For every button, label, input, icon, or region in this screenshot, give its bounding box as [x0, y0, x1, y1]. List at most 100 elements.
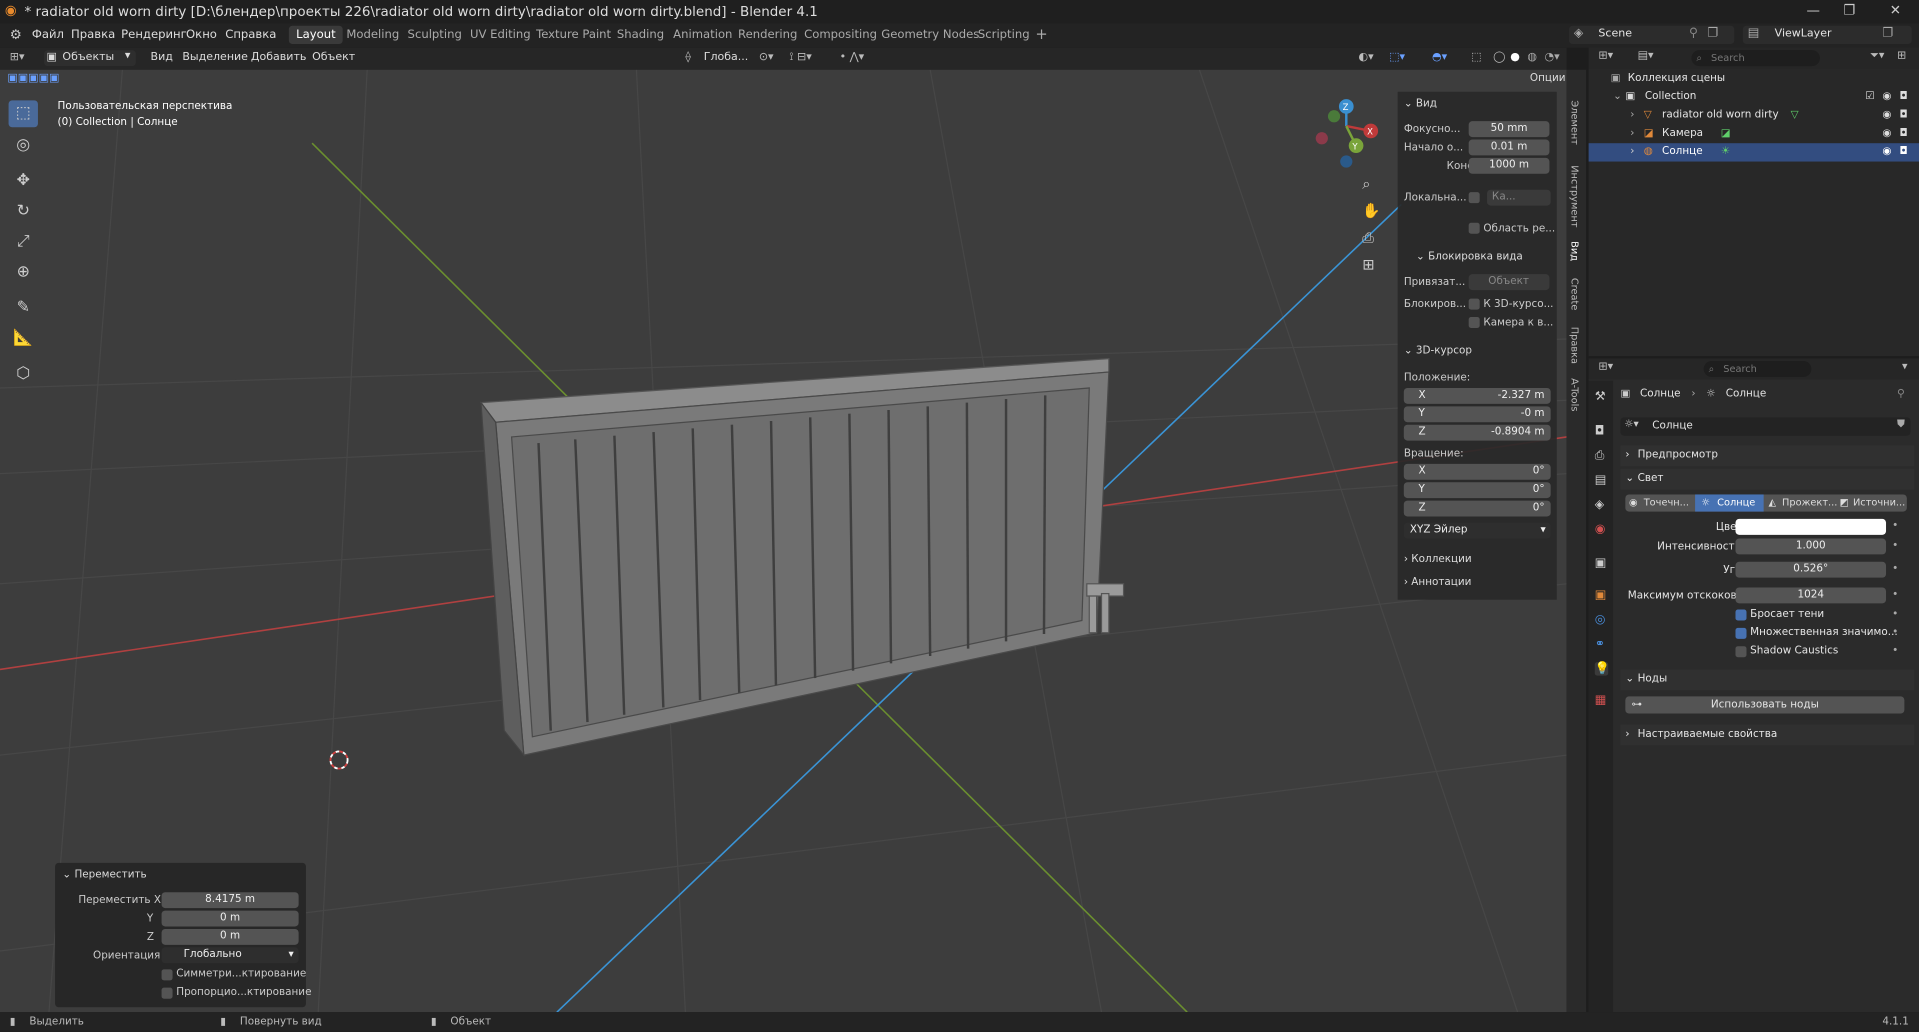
keyframe-dot-icon[interactable]: •	[1892, 608, 1898, 620]
chevron-right-icon[interactable]: ›	[1630, 106, 1634, 124]
annotations-section[interactable]: › Аннотации	[1404, 576, 1472, 588]
navigation-gizmo[interactable]: Z X Y	[1315, 99, 1379, 168]
rotation-x-field[interactable]: X 0°	[1403, 463, 1551, 480]
annotate-tool-icon[interactable]: ✎	[9, 295, 38, 322]
move-tool-icon[interactable]: ✥	[9, 168, 38, 195]
cast-shadow-checkbox[interactable]	[1735, 609, 1747, 621]
menu-help[interactable]: Справка	[225, 28, 276, 41]
keyframe-dot-icon[interactable]: •	[1892, 627, 1898, 639]
menu-edit[interactable]: Правка	[71, 28, 115, 41]
rotation-y-field[interactable]: Y 0°	[1403, 482, 1551, 499]
ortho-toggle-icon[interactable]: ⊞	[1362, 256, 1374, 273]
camera-render-icon[interactable]: ◘	[1899, 143, 1907, 161]
lock-cursor-checkbox[interactable]	[1468, 298, 1480, 310]
editor-type-icon[interactable]: ⊞▾	[1598, 361, 1613, 373]
collection-icon[interactable]: ▣	[1595, 557, 1608, 570]
outliner-camera[interactable]: › ◪ Камера ◪ ◉ ◘	[1589, 125, 1919, 143]
max-bounces-field[interactable]: 1024	[1735, 587, 1887, 604]
new-collection-icon[interactable]: ⊞	[1897, 50, 1906, 62]
light-section-header[interactable]: ⌄ Свет	[1620, 468, 1915, 490]
local-camera-checkbox[interactable]	[1468, 192, 1480, 204]
3d-cursor-icon[interactable]	[329, 750, 349, 770]
pin-icon[interactable]: ⚲	[1897, 388, 1905, 400]
texture-icon[interactable]: ▦	[1595, 694, 1608, 707]
nodes-section-header[interactable]: ⌄ Ноды	[1620, 669, 1915, 691]
pin-icon[interactable]: ⚲	[1689, 27, 1698, 40]
zoom-icon[interactable]: ⌕	[1362, 175, 1370, 193]
scene-icon[interactable]: ◈	[1595, 498, 1608, 511]
shading-solid-icon[interactable]: ●	[1510, 51, 1520, 63]
rotation-z-field[interactable]: Z 0°	[1403, 500, 1551, 517]
move-z-field[interactable]: 0 m	[161, 928, 299, 945]
transform-tool-icon[interactable]: ⊕	[9, 259, 38, 286]
light-data-icon[interactable]: 💡	[1594, 662, 1610, 676]
overlay-icon[interactable]: ◓▾	[1432, 51, 1447, 63]
chevron-down-icon[interactable]: ▾	[1902, 361, 1908, 373]
menu-file[interactable]: Файл	[32, 28, 64, 41]
move-x-field[interactable]: 8.4175 m	[161, 892, 299, 909]
eye-icon[interactable]: ◉	[1882, 106, 1891, 124]
mode-selector[interactable]: ▣ Объекты ▾	[44, 50, 136, 67]
tab-item[interactable]: Элемент	[1569, 100, 1580, 145]
eye-icon[interactable]: ◉	[1882, 143, 1891, 161]
rotation-mode-dropdown[interactable]: XYZ Эйлер ▾	[1403, 522, 1551, 539]
editor-type-icon[interactable]: ⊞▾	[1598, 50, 1613, 62]
editor-type-icon[interactable]: ⊞▾	[10, 51, 25, 63]
gizmo-icon[interactable]: ⬚▾	[1389, 51, 1405, 63]
keyframe-dot-icon[interactable]: •	[1892, 645, 1898, 657]
custom-properties-section[interactable]: › Настраиваемые свойства	[1620, 724, 1915, 746]
visibility-icon[interactable]: ◐▾	[1359, 51, 1374, 63]
sun-data-icon[interactable]: ☀	[1721, 143, 1730, 161]
render-icon[interactable]: ◘	[1595, 425, 1608, 438]
camera-render-icon[interactable]: ◘	[1899, 88, 1907, 106]
tab-scripting[interactable]: Scripting	[978, 28, 1030, 41]
physics-icon[interactable]: ◎	[1595, 613, 1608, 626]
xray-icon[interactable]: ⬚	[1471, 51, 1481, 63]
proportional-edit-icon[interactable]: • ⋀▾	[840, 51, 865, 63]
tab-edit[interactable]: Правка	[1569, 327, 1580, 364]
tab-modeling[interactable]: Modeling	[346, 28, 399, 41]
measure-tool-icon[interactable]: 📐	[9, 326, 38, 353]
keyframe-dot-icon[interactable]: •	[1892, 540, 1898, 552]
proportional-checkbox[interactable]	[161, 987, 173, 999]
tab-rendering[interactable]: Rendering	[738, 28, 797, 41]
lock-object-field[interactable]: Объект	[1468, 274, 1550, 291]
add-cube-tool-icon[interactable]: ⬡	[9, 361, 38, 388]
camera-render-icon[interactable]: ◘	[1899, 125, 1907, 143]
symmetry-checkbox[interactable]	[161, 969, 173, 981]
snap-icon[interactable]: ⟟ ⊟▾	[789, 51, 811, 63]
viewlayer-selector[interactable]: ▤ ViewLayer ❐	[1742, 25, 1912, 45]
tab-shading[interactable]: Shading	[617, 28, 664, 41]
render-region-checkbox[interactable]	[1468, 222, 1480, 234]
chevron-right-icon[interactable]: ›	[1630, 125, 1634, 143]
shading-rendered-icon[interactable]: ◔▾	[1545, 51, 1560, 63]
tab-sculpting[interactable]: Sculpting	[408, 28, 462, 41]
outliner-radiator[interactable]: › ▽ radiator old worn dirty ▽ ◉ ◘	[1589, 106, 1919, 124]
shadow-caustics-checkbox[interactable]	[1735, 646, 1747, 658]
chevron-down-icon[interactable]: ⌄	[1613, 88, 1622, 106]
preview-section[interactable]: › Предпросмотр	[1620, 445, 1915, 467]
menu-window[interactable]: Окно	[186, 28, 217, 41]
tab-animation[interactable]: Animation	[673, 28, 732, 41]
world-icon[interactable]: ◉	[1595, 523, 1608, 536]
use-nodes-button[interactable]: ⊶ Использовать ноды	[1625, 696, 1905, 714]
cursor-x-field[interactable]: X -2.327 m	[1403, 387, 1551, 404]
multiple-importance-checkbox[interactable]	[1735, 627, 1747, 639]
constraints-icon[interactable]: ⚭	[1595, 638, 1608, 651]
menu-view[interactable]: Вид	[151, 51, 173, 63]
camera-data-icon[interactable]: ◪	[1721, 125, 1731, 143]
view-section-header[interactable]: ⌄ Вид	[1404, 98, 1437, 110]
tab-layout[interactable]: Layout	[288, 25, 344, 45]
strength-field[interactable]: 1.000	[1735, 538, 1887, 555]
scale-tool-icon[interactable]: ⤢	[9, 229, 38, 256]
keyframe-dot-icon[interactable]: •	[1892, 520, 1898, 532]
orientation-dropdown[interactable]: Глобально ▾	[161, 947, 299, 964]
light-type-point[interactable]: ◉ Точечн...	[1625, 494, 1694, 511]
menu-object[interactable]: Объект	[312, 51, 355, 63]
clip-start-field[interactable]: 0.01 m	[1468, 139, 1550, 156]
rotate-tool-icon[interactable]: ↻	[9, 198, 38, 225]
light-type-area[interactable]: ◩ Источни...	[1836, 494, 1907, 511]
camera-view-icon[interactable]: ⎙	[1362, 229, 1374, 247]
outliner-search[interactable]: ⌕ Search	[1691, 50, 1820, 67]
menu-select[interactable]: Выделение	[182, 51, 248, 63]
